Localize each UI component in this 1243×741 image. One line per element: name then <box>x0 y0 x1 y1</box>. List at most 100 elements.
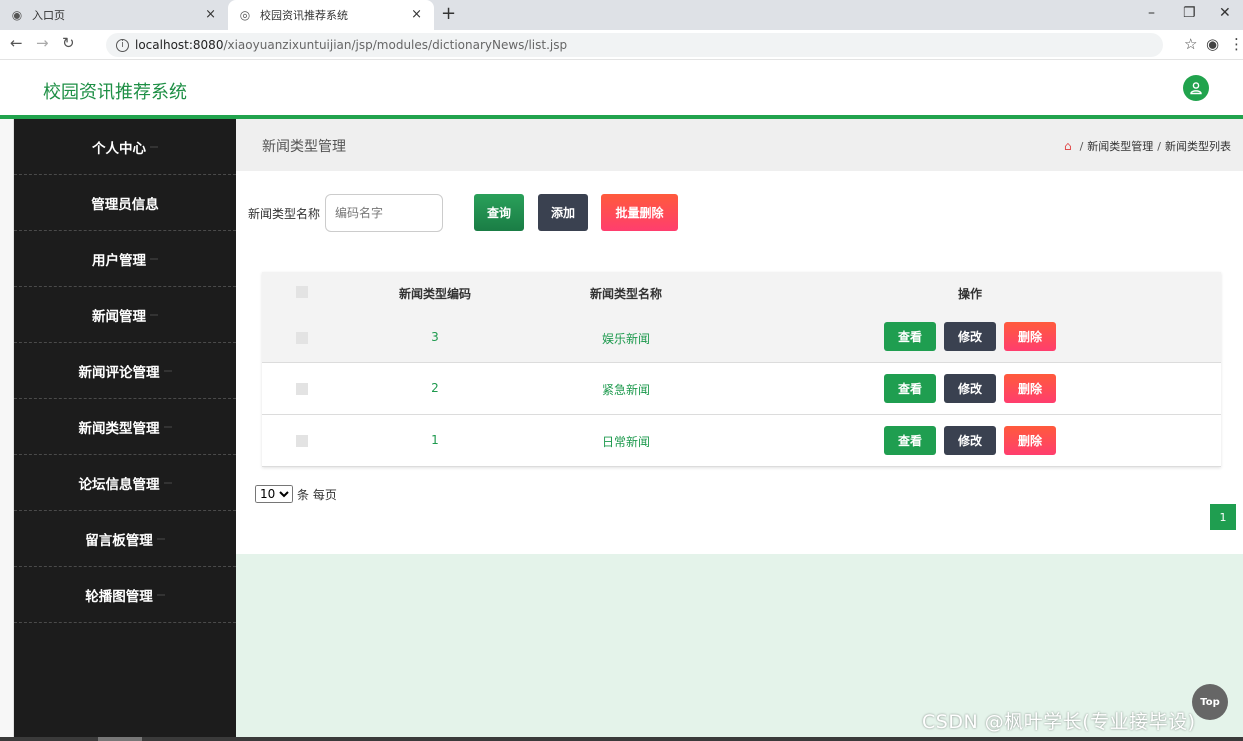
sidebar-item-label: 论坛信息管理 <box>78 476 160 493</box>
sidebar-item-label: 轮播图管理 <box>85 588 153 605</box>
caret-icon <box>150 313 158 316</box>
breadcrumb-separator: / <box>1079 139 1084 153</box>
breadcrumb-separator: / <box>1157 139 1161 153</box>
browser-tab-entry[interactable]: ◉ 入口页 × <box>0 0 228 30</box>
back-to-top-button[interactable]: Top <box>1192 684 1228 720</box>
cell-name: 日常新闻 <box>601 435 651 449</box>
edit-button[interactable]: 修改 <box>944 322 996 351</box>
browser-tab-active[interactable]: ◎ 校园资讯推荐系统 × <box>228 0 434 30</box>
globe-icon: ◉ <box>11 8 23 22</box>
column-header-code: 新闻类型编码 <box>398 287 472 301</box>
sidebar-item-label: 个人中心 <box>92 140 146 157</box>
url-field[interactable]: i localhost:8080/xiaoyuanzixuntuijian/js… <box>106 33 1163 57</box>
sidebar-item-carousel[interactable]: 轮播图管理 <box>14 567 236 623</box>
cell-code: 1 <box>431 433 439 447</box>
breadcrumb-item: 新闻类型列表 <box>1165 140 1231 153</box>
sidebar-item-personal-center[interactable]: 个人中心 <box>14 119 236 175</box>
cell-name: 娱乐新闻 <box>601 332 651 346</box>
search-input[interactable] <box>325 194 443 232</box>
brand-title: 校园资讯推荐系统 <box>43 82 187 103</box>
caret-icon <box>163 481 172 484</box>
row-checkbox[interactable] <box>296 383 308 395</box>
edit-button[interactable]: 修改 <box>944 374 996 403</box>
app-header: 校园资讯推荐系统 <box>0 61 1243 115</box>
sidebar-item-news-comments[interactable]: 新闻评论管理 <box>14 343 236 399</box>
query-button[interactable]: 查询 <box>474 194 524 231</box>
row-checkbox[interactable] <box>296 332 308 344</box>
delete-button[interactable]: 删除 <box>1004 374 1056 403</box>
caret-icon <box>163 425 172 428</box>
tab-title: 校园资讯推荐系统 <box>260 9 348 22</box>
minimize-icon[interactable]: – <box>1148 5 1155 21</box>
caret-icon <box>156 537 165 540</box>
reload-icon[interactable]: ↻ <box>62 34 75 52</box>
address-bar: ← → ↻ i localhost:8080/xiaoyuanzixuntuij… <box>0 30 1243 60</box>
view-button[interactable]: 查看 <box>884 322 936 351</box>
add-button[interactable]: 添加 <box>538 194 588 231</box>
main-content: 新闻类型管理 ⌂ / 新闻类型管理 / 新闻类型列表 新闻类型名称 查询 添加 … <box>236 119 1243 741</box>
sidebar-item-news-management[interactable]: 新闻管理 <box>14 287 236 343</box>
delete-button[interactable]: 删除 <box>1004 322 1056 351</box>
search-label: 新闻类型名称 <box>248 207 321 221</box>
url-path: /xiaoyuanzixuntuijian/jsp/modules/dictio… <box>223 38 568 52</box>
sidebar-item-user-management[interactable]: 用户管理 <box>14 231 236 287</box>
news-type-table: 新闻类型编码 新闻类型名称 操作 3 娱乐新闻 查看 修改 删除 2 紧急新闻 … <box>262 272 1221 467</box>
sidebar-item-label: 新闻管理 <box>92 308 146 325</box>
horizontal-scrollbar[interactable] <box>0 737 1243 741</box>
column-header-name: 新闻类型名称 <box>589 287 663 301</box>
user-icon <box>1190 82 1202 95</box>
view-button[interactable]: 查看 <box>884 426 936 455</box>
home-icon[interactable]: ⌂ <box>1064 139 1072 153</box>
shield-icon: ◎ <box>239 8 251 22</box>
bookmark-star-icon[interactable]: ☆ <box>1184 35 1197 53</box>
tab-close-icon[interactable]: × <box>411 7 422 22</box>
sidebar-item-label: 管理员信息 <box>91 196 159 213</box>
page-title: 新闻类型管理 <box>262 139 346 155</box>
select-all-checkbox[interactable] <box>296 286 308 298</box>
scrollbar-thumb[interactable] <box>98 737 142 741</box>
sidebar-item-label: 新闻评论管理 <box>78 364 160 381</box>
sidebar-item-label: 留言板管理 <box>85 532 153 549</box>
caret-icon <box>150 145 158 148</box>
menu-kebab-icon[interactable]: ⋮ <box>1229 35 1243 53</box>
info-icon[interactable]: i <box>116 38 129 52</box>
page-number-button[interactable]: 1 <box>1210 504 1236 530</box>
caret-icon <box>163 369 172 372</box>
tab-close-icon[interactable]: × <box>205 7 216 22</box>
sidebar-edge <box>0 119 14 741</box>
sidebar-item-news-types[interactable]: 新闻类型管理 <box>14 399 236 455</box>
new-tab-button[interactable]: + <box>441 3 456 24</box>
sidebar-item-forum[interactable]: 论坛信息管理 <box>14 455 236 511</box>
restore-icon[interactable]: ❐ <box>1183 5 1196 21</box>
view-button[interactable]: 查看 <box>884 374 936 403</box>
batch-delete-button[interactable]: 批量删除 <box>601 194 678 231</box>
table-row: 2 紧急新闻 查看 修改 删除 <box>262 363 1221 415</box>
sidebar: 个人中心 管理员信息 用户管理 新闻管理 新闻评论管理 新闻类型管理 论坛信息管… <box>0 119 236 741</box>
sidebar-item-admin-info[interactable]: 管理员信息 <box>14 175 236 231</box>
breadcrumb: ⌂ / 新闻类型管理 / 新闻类型列表 <box>1064 138 1231 154</box>
edit-button[interactable]: 修改 <box>944 426 996 455</box>
sidebar-item-message-board[interactable]: 留言板管理 <box>14 511 236 567</box>
sidebar-item-label: 新闻类型管理 <box>78 420 160 437</box>
delete-button[interactable]: 删除 <box>1004 426 1056 455</box>
close-window-icon[interactable]: ✕ <box>1219 5 1231 21</box>
cell-name: 紧急新闻 <box>601 383 651 397</box>
profile-icon[interactable]: ◉ <box>1206 35 1219 53</box>
back-icon[interactable]: ← <box>10 34 23 52</box>
caret-icon <box>150 257 158 260</box>
cell-code: 3 <box>431 330 439 344</box>
browser-tabbar: ◉ 入口页 × ◎ 校园资讯推荐系统 × + – ❐ ✕ <box>0 0 1243 30</box>
watermark: CSDN @枫叶学长(专业接毕设) <box>922 711 1196 733</box>
column-header-actions: 操作 <box>957 287 983 301</box>
cell-code: 2 <box>431 381 439 395</box>
url-host: localhost:8080 <box>135 38 224 52</box>
sidebar-item-label: 用户管理 <box>92 252 146 269</box>
row-checkbox[interactable] <box>296 435 308 447</box>
page-size-select[interactable]: 10 <box>255 485 293 503</box>
caret-icon <box>156 593 165 596</box>
forward-icon[interactable]: → <box>36 34 49 52</box>
breadcrumb-item[interactable]: 新闻类型管理 <box>1087 138 1153 154</box>
user-avatar-icon[interactable] <box>1183 75 1209 101</box>
table-row: 1 日常新闻 查看 修改 删除 <box>262 415 1221 467</box>
table-header: 新闻类型编码 新闻类型名称 操作 <box>262 272 1221 312</box>
